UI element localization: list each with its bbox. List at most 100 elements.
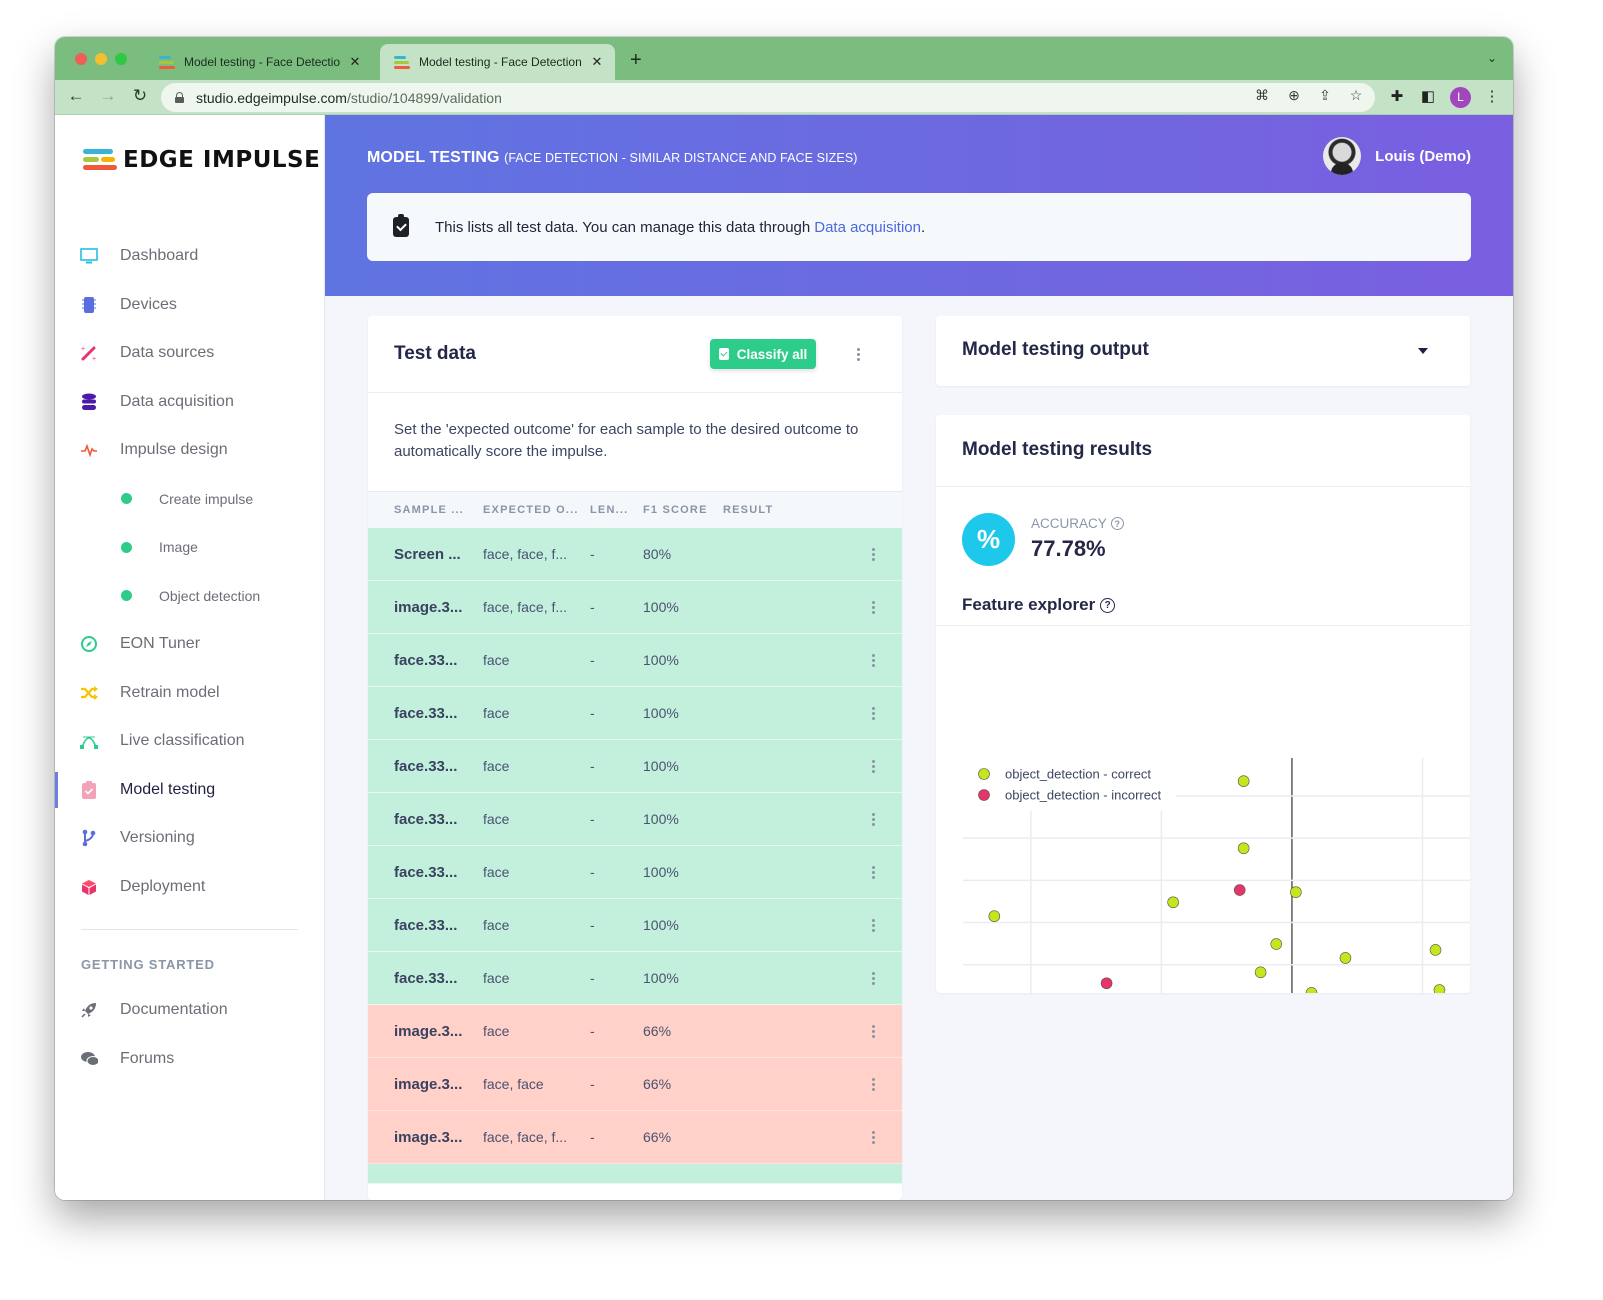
zoom-icon[interactable]: ⊕ — [1284, 87, 1304, 104]
sidebar-item-create-impulse[interactable]: Create impulse — [55, 475, 324, 524]
share-icon[interactable]: ⇪ — [1315, 87, 1335, 104]
column-header-expected[interactable]: EXPECTED O... — [483, 504, 590, 516]
sidebar-item-versioning[interactable]: Versioning — [55, 814, 324, 863]
row-menu-icon[interactable] — [868, 760, 878, 773]
table-row[interactable]: image.3... face, face - 66% — [368, 1058, 902, 1111]
sidebar-item-eon-tuner[interactable]: EON Tuner — [55, 620, 324, 669]
browser-tab[interactable]: Model testing - Face Detection ✕ — [145, 44, 373, 80]
row-menu-icon[interactable] — [868, 972, 878, 985]
table-row[interactable]: face.33... face - 100% — [368, 952, 902, 1005]
close-window-button[interactable] — [75, 53, 87, 65]
sidebar-item-live-classification[interactable]: Live classification — [55, 717, 324, 766]
sidebar-item-object-detection[interactable]: Object detection — [55, 572, 324, 621]
chart-points — [988, 775, 1446, 993]
table-row[interactable]: image.3... face - 66% — [368, 1005, 902, 1058]
browser-tab-active[interactable]: Model testing - Face Detection ✕ — [380, 44, 615, 80]
sidebar-item-label: Dashboard — [120, 247, 199, 265]
table-row[interactable]: face.33... face - 100% — [368, 899, 902, 952]
f1-score: 100% — [643, 758, 679, 774]
translate-icon[interactable]: ⌘ — [1252, 87, 1272, 104]
expected-outcome: face — [483, 705, 510, 721]
sidebar-item-data-sources[interactable]: + + Data sources — [55, 329, 324, 378]
profile-avatar[interactable]: L — [1450, 87, 1471, 108]
sidebar-item-devices[interactable]: Devices — [55, 281, 324, 330]
sidebar-item-deployment[interactable]: Deployment — [55, 863, 324, 912]
column-header-length[interactable]: LEN... — [590, 504, 643, 516]
row-menu-icon[interactable] — [868, 1078, 878, 1091]
point-correct — [1167, 896, 1179, 909]
branch-icon — [80, 829, 98, 847]
sidebar-item-forums[interactable]: Forums — [55, 1035, 324, 1084]
browser-menu-icon[interactable]: ⋮ — [1481, 87, 1503, 105]
table-row[interactable]: face.33... face - 100% — [368, 793, 902, 846]
data-acquisition-link[interactable]: Data acquisition — [814, 219, 921, 236]
table-row[interactable]: face.33... face - 100% — [368, 687, 902, 740]
caret-down-icon[interactable] — [1418, 348, 1428, 354]
sidebar-item-retrain-model[interactable]: Retrain model — [55, 669, 324, 718]
logo[interactable]: EDGE IMPULSE — [81, 147, 320, 173]
more-options-icon[interactable] — [853, 348, 863, 361]
sidepanel-icon[interactable]: ◧ — [1417, 87, 1439, 105]
sidebar-item-data-acquisition[interactable]: Data acquisition — [55, 378, 324, 427]
column-header-sample[interactable]: SAMPLE ... — [368, 504, 483, 516]
edge-impulse-favicon-icon — [159, 56, 175, 69]
table-row[interactable]: face.33... face - 100% — [368, 846, 902, 899]
row-menu-icon[interactable] — [868, 548, 878, 561]
length: - — [590, 1076, 595, 1092]
model-testing-output-card[interactable]: Model testing output — [936, 316, 1470, 386]
sidebar-divider — [81, 929, 298, 930]
sidebar-item-image[interactable]: Image — [55, 523, 324, 572]
tab-title: Model testing - Face Detection — [419, 55, 582, 69]
table-row[interactable]: Screen ... face, face, f... - 80% — [368, 528, 902, 581]
sidebar: EDGE IMPULSE Dashboard Devices + + Data s… — [55, 115, 325, 1200]
table-row-partial[interactable] — [368, 1164, 902, 1184]
expected-outcome: face — [483, 1023, 510, 1039]
address-bar[interactable]: studio.edgeimpulse.com/studio/104899/val… — [161, 83, 1375, 112]
classify-all-button[interactable]: Classify all — [710, 339, 816, 369]
row-menu-icon[interactable] — [868, 1025, 878, 1038]
bookmark-star-icon[interactable]: ☆ — [1346, 87, 1366, 104]
row-menu-icon[interactable] — [868, 601, 878, 614]
sidebar-item-label: Retrain model — [120, 683, 220, 701]
sidebar-item-label: Create impulse — [159, 490, 254, 507]
sample-name: face.33... — [394, 810, 458, 828]
f1-score: 66% — [643, 1129, 672, 1145]
row-menu-icon[interactable] — [868, 813, 878, 826]
sample-name: face.33... — [394, 863, 458, 881]
table-row[interactable]: image.3... face, face, f... - 66% — [368, 1111, 902, 1164]
minimize-window-button[interactable] — [95, 53, 107, 65]
sidebar-item-documentation[interactable]: Documentation — [55, 986, 324, 1035]
tab-search-chevron-icon[interactable]: ⌄ — [1487, 51, 1497, 65]
column-header-f1[interactable]: F1 SCORE — [643, 504, 723, 516]
row-menu-icon[interactable] — [868, 1131, 878, 1144]
sidebar-item-impulse-design[interactable]: Impulse design — [55, 426, 324, 475]
user-menu[interactable]: Louis (Demo) — [1323, 137, 1471, 175]
svg-text:+: + — [92, 356, 96, 362]
row-menu-icon[interactable] — [868, 919, 878, 932]
length: - — [590, 705, 595, 721]
table-row[interactable]: image.3... face, face, f... - 100% — [368, 581, 902, 634]
sidebar-item-dashboard[interactable]: Dashboard — [55, 232, 324, 281]
feature-explorer-chart[interactable]: object_detection - correct object_detecti… — [936, 415, 1470, 993]
column-header-result[interactable]: RESULT — [723, 504, 873, 516]
expected-outcome: face, face — [483, 1076, 544, 1092]
close-tab-icon[interactable]: ✕ — [347, 54, 363, 70]
forward-arrow-icon[interactable]: → — [97, 86, 119, 106]
magic-wand-icon: + + — [80, 344, 98, 362]
point-incorrect — [1100, 977, 1113, 990]
point-correct — [1254, 966, 1267, 979]
sample-name: image.3... — [394, 1128, 463, 1146]
new-tab-button[interactable]: + — [630, 49, 642, 72]
close-tab-icon[interactable]: ✕ — [589, 54, 605, 70]
point-correct — [988, 910, 1001, 923]
table-row[interactable]: face.33... face - 100% — [368, 740, 902, 793]
extensions-icon[interactable]: ✚ — [1386, 87, 1408, 105]
maximize-window-button[interactable] — [115, 53, 127, 65]
row-menu-icon[interactable] — [868, 707, 878, 720]
reload-icon[interactable]: ↻ — [129, 86, 151, 106]
table-row[interactable]: face.33... face - 100% — [368, 634, 902, 687]
row-menu-icon[interactable] — [868, 654, 878, 667]
row-menu-icon[interactable] — [868, 866, 878, 879]
back-arrow-icon[interactable]: ← — [65, 86, 87, 106]
sidebar-item-model-testing[interactable]: Model testing — [55, 766, 324, 815]
